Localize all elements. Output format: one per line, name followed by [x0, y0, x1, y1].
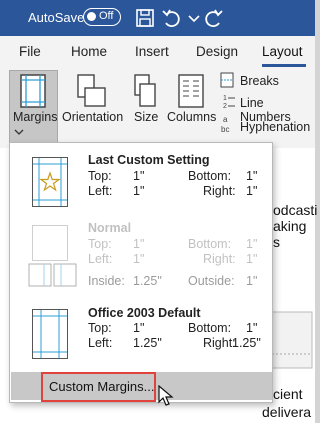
autosave-toggle[interactable]: Off — [83, 8, 121, 26]
breaks-icon — [220, 72, 234, 88]
tab-design[interactable]: Design — [196, 44, 238, 59]
outside-label: Outside: — [188, 274, 235, 288]
undo-icon[interactable] — [160, 6, 184, 30]
bottom-value: 1" — [246, 237, 258, 251]
outside-value: 1" — [246, 274, 258, 288]
svg-text:2: 2 — [223, 103, 227, 109]
margin-option-office-2003[interactable]: Office 2003 Default Top: 1" Bottom: 1" L… — [10, 301, 272, 371]
tab-insert[interactable]: Insert — [135, 44, 169, 59]
page-thumbnail-icon — [32, 309, 68, 359]
margin-option-last-custom[interactable]: Last Custom Setting Top: 1" Bottom: 1" L… — [10, 145, 272, 215]
ribbon-tabs: File Home Insert Design Layout — [0, 36, 315, 68]
option-title: Last Custom Setting — [88, 153, 210, 167]
size-icon — [134, 74, 156, 107]
margins-dropdown: Last Custom Setting Top: 1" Bottom: 1" L… — [9, 142, 273, 403]
hyphenation-label[interactable]: Hyphenation — [240, 120, 310, 134]
mirrored-pages-icon — [28, 263, 77, 287]
size-label[interactable]: Size — [134, 110, 158, 124]
doc-text-fragment: delivera — [262, 404, 312, 420]
bottom-label: Bottom: — [188, 169, 232, 183]
right-label: Right: — [203, 184, 236, 198]
option-title: Office 2003 Default — [88, 306, 201, 320]
orientation-icon — [77, 74, 106, 107]
page-margins-icon — [33, 310, 67, 358]
cursor-icon — [158, 385, 174, 406]
inside-label: Inside: — [88, 274, 125, 288]
top-value: 1" — [133, 237, 145, 251]
doc-text-fragment: aking s — [273, 218, 307, 250]
margin-option-mirrored[interactable]: Inside: 1.25" Outside: 1" — [10, 255, 272, 295]
top-label: Top: — [88, 237, 112, 251]
autosave-label: AutoSave — [28, 10, 85, 25]
line-numbers-icon: 12 — [223, 95, 235, 109]
page-thumbnail-icon — [32, 157, 68, 207]
margins-icon — [20, 74, 46, 108]
columns-icon — [178, 74, 204, 108]
save-icon[interactable] — [133, 6, 157, 30]
left-value: 1.25" — [133, 336, 162, 350]
doc-table-grid — [271, 311, 313, 369]
inside-value: 1.25" — [133, 274, 162, 288]
right-value: 1.25" — [232, 336, 261, 350]
top-label: Top: — [88, 321, 112, 335]
top-label: Top: — [88, 169, 112, 183]
left-label: Left: — [88, 184, 113, 198]
margins-label: Margins — [13, 110, 58, 124]
right-value: 1" — [246, 184, 258, 198]
toggle-knob — [87, 12, 96, 21]
doc-text-fragment: odcasti — [273, 202, 318, 218]
active-tab-indicator — [262, 64, 306, 67]
columns-label[interactable]: Columns — [167, 110, 216, 124]
breaks-label[interactable]: Breaks — [240, 74, 279, 88]
right-label: Right: — [203, 336, 236, 350]
top-value: 1" — [133, 169, 145, 183]
tab-layout[interactable]: Layout — [262, 44, 303, 59]
tab-home[interactable]: Home — [71, 44, 107, 59]
orientation-label[interactable]: Orientation — [62, 110, 123, 124]
tab-file[interactable]: File — [19, 44, 41, 59]
title-bar: AutoSave Off — [0, 0, 315, 36]
left-label: Left: — [88, 336, 113, 350]
chevron-down-icon — [14, 129, 24, 135]
bottom-label: Bottom: — [188, 321, 232, 335]
bottom-value: 1" — [246, 169, 258, 183]
svg-text:a: a — [223, 115, 228, 124]
left-value: 1" — [133, 184, 145, 198]
custom-margins-button[interactable]: Custom Margins... — [49, 379, 154, 394]
option-title: Normal — [88, 221, 132, 235]
toggle-state: Off — [99, 10, 114, 22]
hyphenation-icon: abc — [221, 115, 229, 134]
top-value: 1" — [133, 321, 145, 335]
redo-icon[interactable] — [201, 6, 225, 30]
svg-text:1: 1 — [223, 95, 227, 102]
bottom-label: Bottom: — [188, 237, 232, 251]
star-icon — [33, 158, 67, 206]
bottom-value: 1" — [246, 321, 258, 335]
svg-text:bc: bc — [221, 125, 229, 134]
